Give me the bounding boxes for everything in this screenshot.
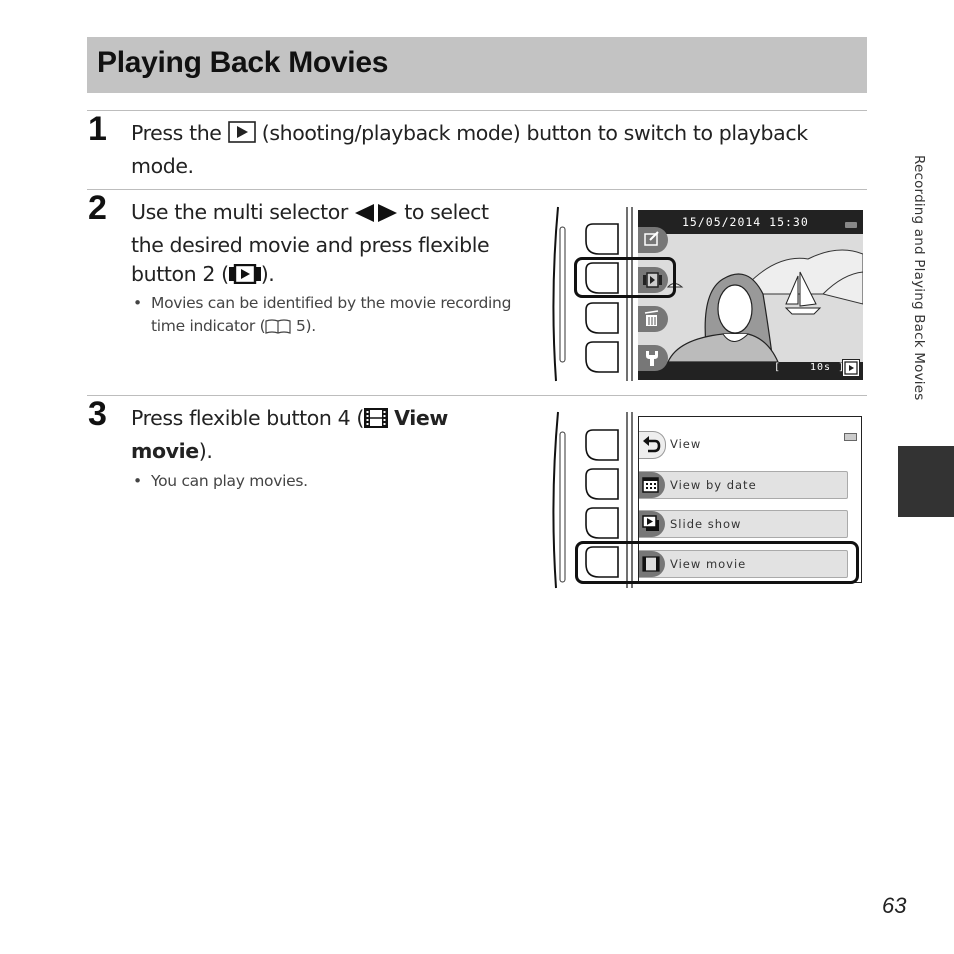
recording-time-bracket: [	[774, 362, 782, 373]
step-number-2: 2	[88, 189, 107, 227]
page-title-bar: Playing Back Movies	[87, 37, 867, 93]
movie-playback-icon	[228, 263, 261, 293]
flexible-button-2[interactable]	[585, 468, 619, 504]
back-arrow-icon	[639, 431, 666, 459]
playback-mode-icon	[842, 359, 860, 377]
step-1-text: Press the (shooting/playback mode) butto…	[131, 121, 808, 178]
battery-icon	[845, 222, 857, 228]
page-number: 63	[882, 893, 907, 918]
flexible-button-1[interactable]	[585, 223, 619, 259]
step-3-text: Press flexible button 4 ( View movie).	[131, 406, 448, 463]
menu-item-view-by-date[interactable]: View by date	[639, 471, 848, 499]
edit-icon[interactable]	[638, 227, 668, 253]
delete-icon[interactable]	[638, 306, 668, 332]
step-number-3: 3	[88, 395, 107, 433]
camera-illustration-playback: 15/05/2014 15:30 [ 10s ]	[548, 205, 868, 385]
left-right-arrows-icon	[354, 201, 398, 231]
highlight-frame	[574, 257, 676, 298]
flexible-button-1[interactable]	[585, 429, 619, 465]
flexible-button-3[interactable]	[585, 302, 619, 338]
highlight-frame	[575, 541, 859, 584]
film-icon	[364, 407, 388, 437]
menu-item-view[interactable]: View	[639, 431, 739, 459]
datetime-readout: 15/05/2014 15:30	[682, 215, 809, 229]
playback-button-icon	[227, 121, 256, 152]
flexible-button-4[interactable]	[585, 341, 619, 377]
photo-preview	[638, 234, 863, 362]
step-3-bullet: • You can play movies.	[133, 472, 308, 490]
divider	[87, 110, 867, 111]
divider	[87, 395, 867, 396]
section-side-label: Recording and Playing Back Movies	[911, 155, 927, 401]
slideshow-icon	[639, 511, 665, 537]
menu-item-slide-show[interactable]: Slide show	[639, 510, 848, 538]
recording-time-indicator: 10s ]	[810, 362, 846, 373]
camera-illustration-menu: View View by date Slide show View movie	[548, 410, 868, 590]
step-2-bullet: • Movies can be identified by the movie …	[133, 292, 543, 341]
book-reference-icon	[265, 318, 291, 341]
calendar-icon	[639, 472, 665, 498]
step-number-1: 1	[88, 110, 107, 148]
section-tab-marker	[898, 446, 954, 517]
divider	[87, 189, 867, 190]
flexible-button-3[interactable]	[585, 507, 619, 543]
wrench-icon[interactable]	[638, 345, 668, 371]
battery-icon	[844, 433, 857, 441]
page-title: Playing Back Movies	[97, 46, 389, 79]
step-2-text: Use the multi selector to select the des…	[131, 198, 541, 293]
